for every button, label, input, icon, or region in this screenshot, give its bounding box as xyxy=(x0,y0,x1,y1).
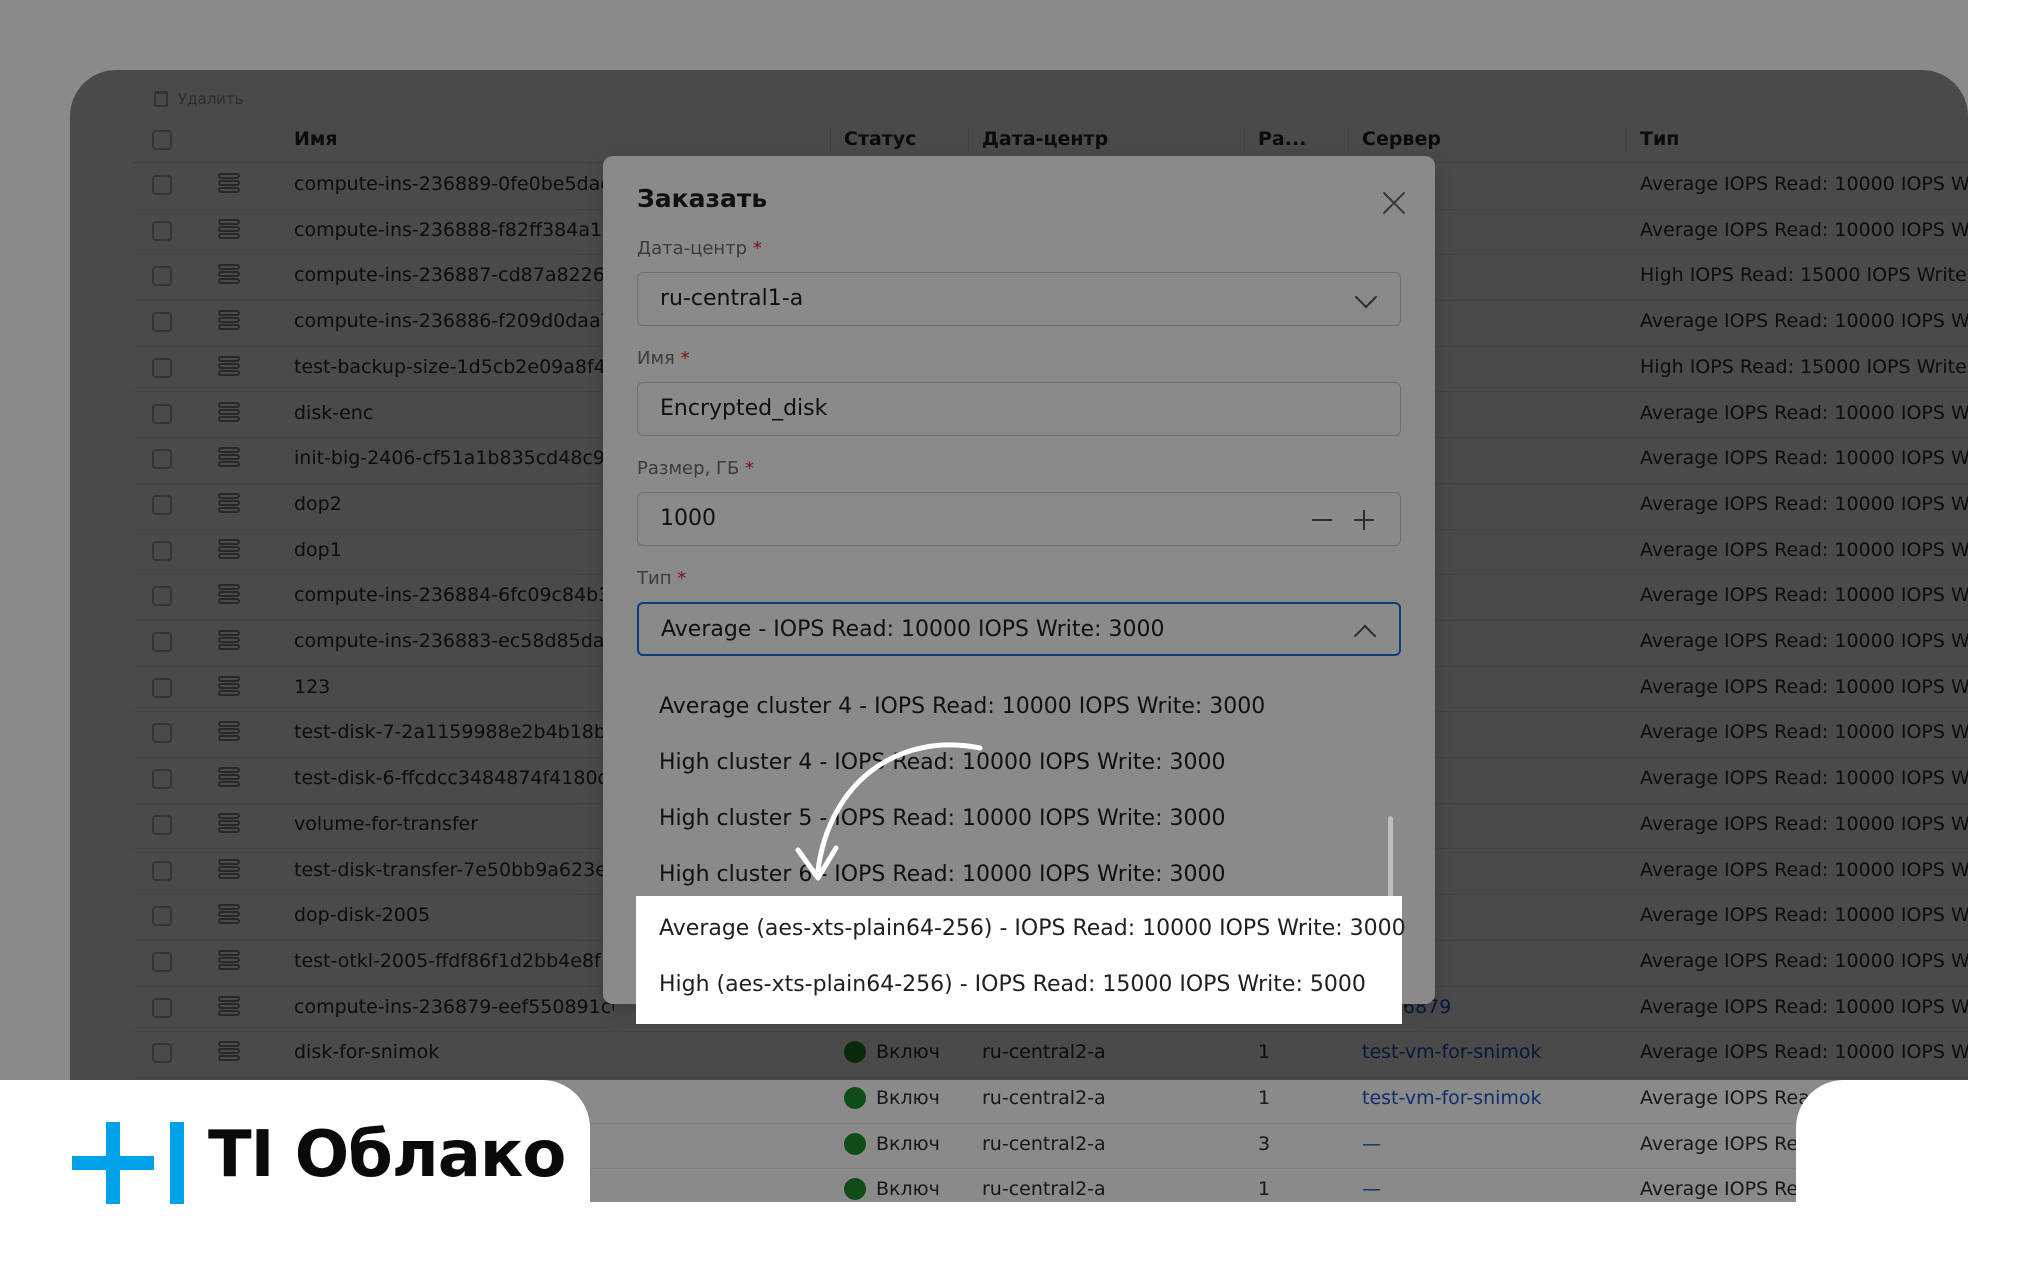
spotlight-dim xyxy=(0,0,1968,1080)
logo-mark xyxy=(170,1122,184,1204)
encrypted-options-highlight: Average (aes-xts-plain64-256) - IOPS Rea… xyxy=(636,896,1406,1024)
dropdown-option-encrypted-average[interactable]: Average (aes-xts-plain64-256) - IOPS Rea… xyxy=(659,916,1406,941)
logo-text: TI Облако xyxy=(208,1118,566,1192)
corner-panel xyxy=(1796,1080,2028,1268)
curved-arrow-icon xyxy=(795,742,983,881)
logo-mark xyxy=(106,1122,120,1204)
dropdown-option-encrypted-high[interactable]: High (aes-xts-plain64-256) - IOPS Read: … xyxy=(659,972,1366,997)
